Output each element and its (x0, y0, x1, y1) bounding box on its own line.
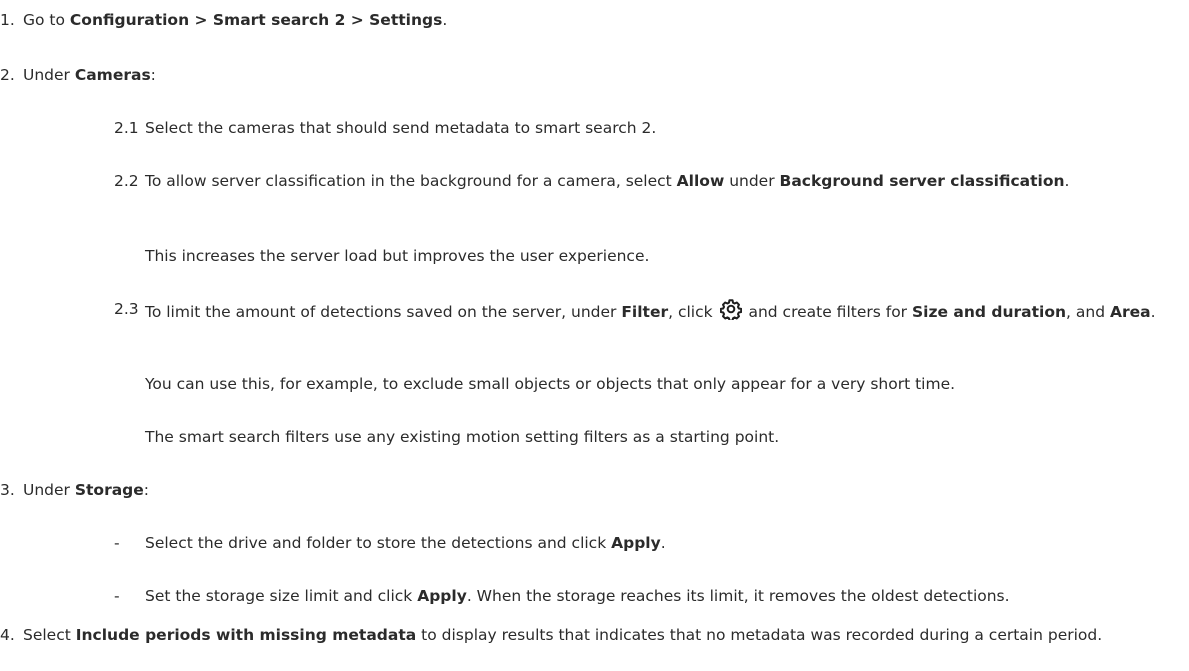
substep-text: To limit the amount of detections saved … (145, 298, 1189, 323)
substep-2-1: 2.1 Select the cameras that should send … (0, 117, 1185, 139)
substep-number: 2.1 (114, 119, 139, 137)
list-item-text: Select the drive and folder to store the… (145, 534, 666, 552)
list-bullet: - (114, 587, 120, 605)
step-3: 3. Under Storage: (0, 479, 1189, 501)
note-text: You can use this, for example, to exclud… (145, 375, 956, 393)
step-text: Under Cameras: (23, 66, 156, 84)
menu-path: Configuration > Smart search 2 > Setting… (69, 11, 443, 29)
step-text: Select Include periods with missing meta… (23, 626, 1103, 644)
step-2: 2. Under Cameras: (0, 64, 1189, 86)
substep-2-2: 2.2 To allow server classification in th… (0, 170, 1185, 192)
step-number: 4. (0, 626, 15, 644)
substep-2-2-note: This increases the server load but impro… (0, 245, 1185, 267)
substep-2-3-note-1: You can use this, for example, to exclud… (0, 373, 1185, 395)
gear-icon (719, 298, 742, 322)
substep-2-3-note-2: The smart search filters use any existin… (0, 426, 1185, 448)
step-text: Go to Configuration > Smart search 2 > S… (23, 11, 448, 29)
step-number: 3. (0, 481, 15, 499)
gear-icon-svg (719, 299, 742, 322)
note-text: This increases the server load but impro… (145, 247, 650, 265)
substep-2-3: 2.3 To limit the amount of detections sa… (0, 298, 1189, 323)
step-4: 4. Select Include periods with missing m… (0, 624, 1183, 646)
list-bullet: - (114, 534, 120, 552)
step-text: Under Storage: (23, 481, 150, 499)
storage-list-item: - Select the drive and folder to store t… (0, 532, 1189, 554)
substep-text: Select the cameras that should send meta… (145, 119, 657, 137)
step-number: 2. (0, 66, 15, 84)
step-number: 1. (0, 11, 15, 29)
list-item-text: Set the storage size limit and click App… (145, 587, 1010, 605)
substep-number: 2.3 (114, 300, 139, 318)
substep-text: To allow server classification in the ba… (145, 172, 1070, 190)
storage-list-item: - Set the storage size limit and click A… (0, 585, 1189, 607)
step-1: 1. Go to Configuration > Smart search 2 … (0, 9, 1189, 31)
substep-number: 2.2 (114, 172, 139, 190)
note-text: The smart search filters use any existin… (145, 428, 780, 446)
